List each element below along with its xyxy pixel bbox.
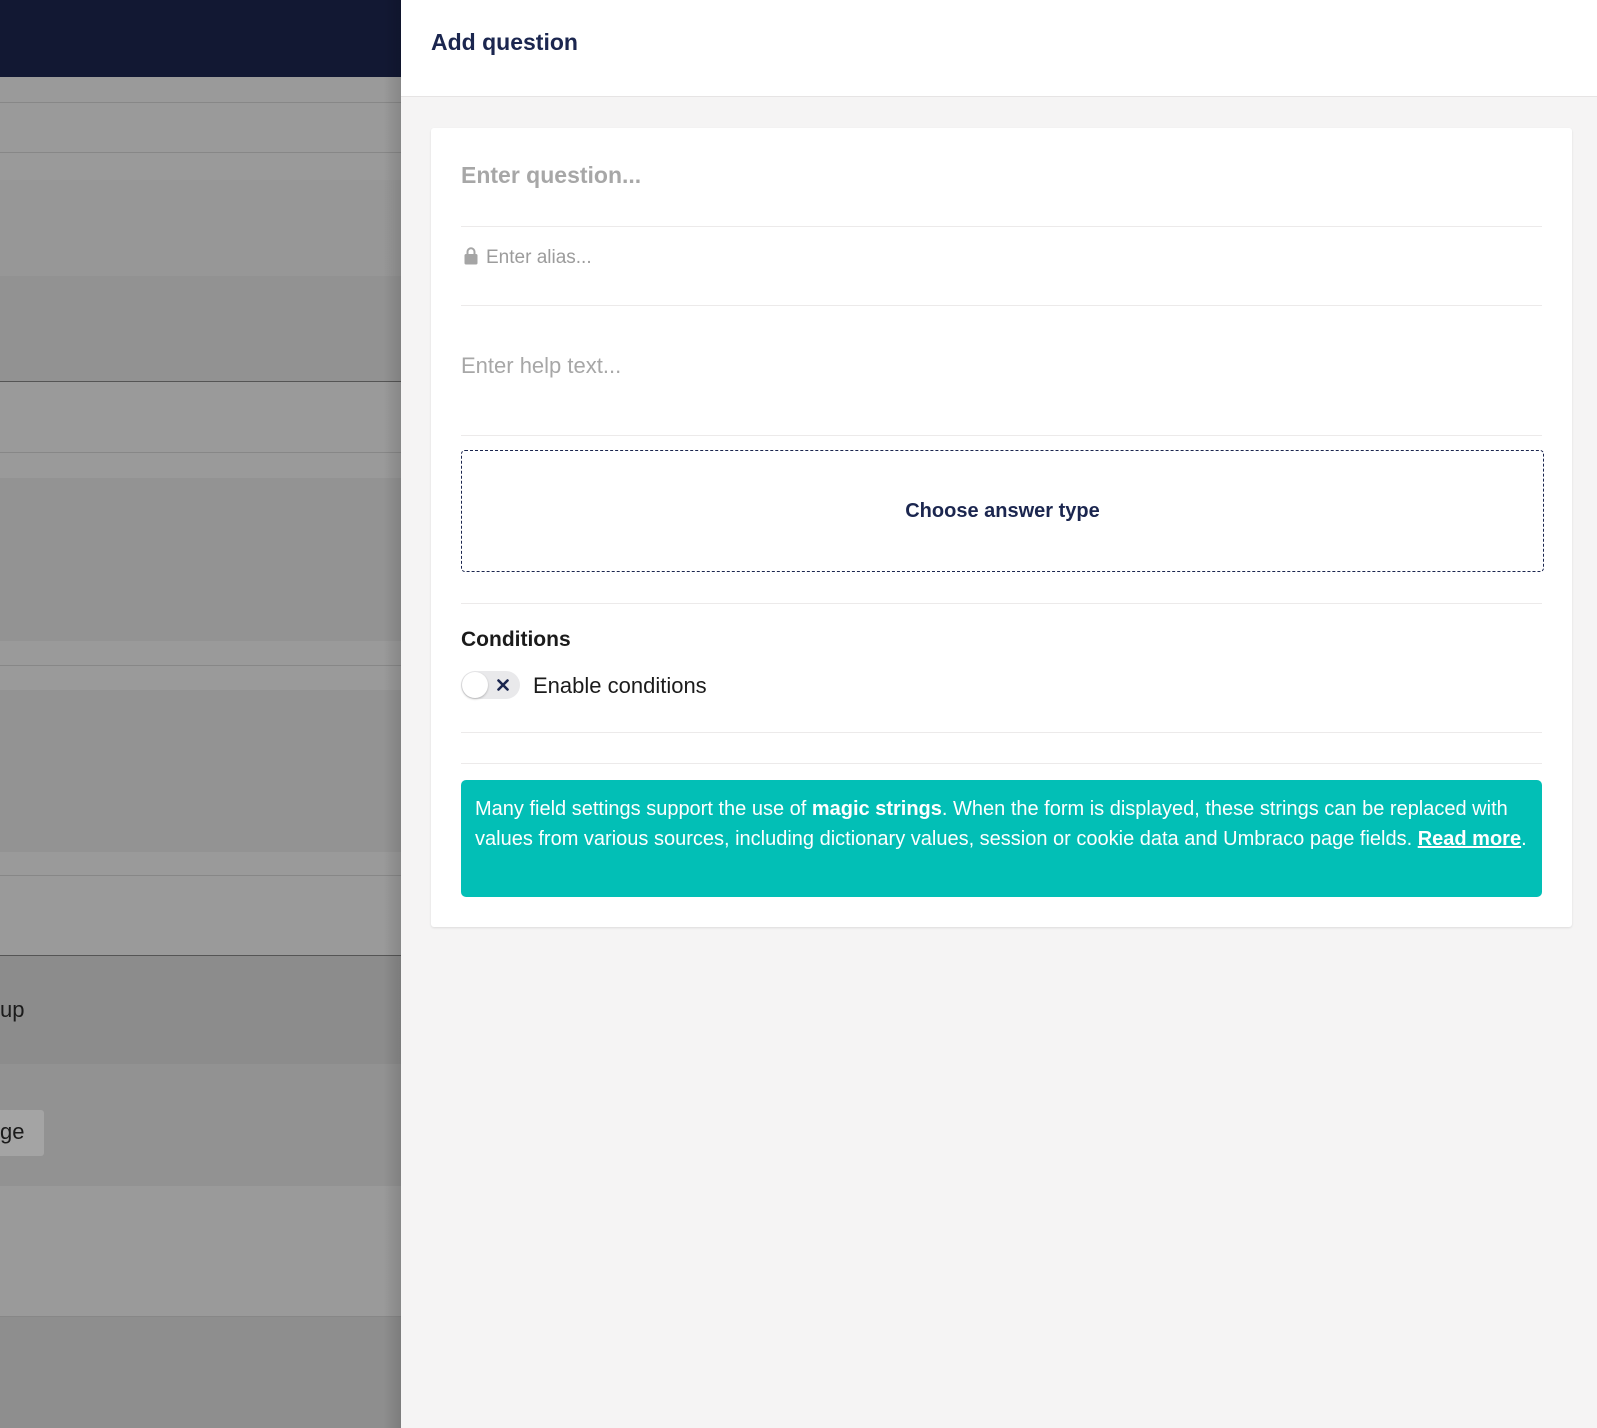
question-input[interactable]: Enter question...	[461, 128, 1542, 227]
choose-answer-type-button[interactable]: Choose answer type	[461, 450, 1544, 572]
divider	[0, 665, 401, 666]
background-row	[0, 276, 401, 381]
alias-placeholder: Enter alias...	[486, 247, 592, 268]
background-row	[0, 690, 401, 852]
help-text-placeholder: Enter help text...	[461, 353, 622, 378]
divider	[0, 452, 401, 453]
add-question-panel: Add question Enter question... Enter ali…	[401, 0, 1597, 1428]
alias-input[interactable]: Enter alias...	[461, 227, 1542, 306]
divider	[0, 381, 401, 382]
read-more-link[interactable]: Read more	[1418, 828, 1521, 850]
background-group-label: up	[0, 997, 25, 1022]
overlay-shadow	[383, 0, 401, 1428]
background-row	[0, 1064, 401, 1186]
panel-title: Add question	[431, 28, 578, 55]
background-row	[0, 180, 401, 276]
background-row	[0, 478, 401, 641]
background-page: up ge	[0, 0, 401, 1428]
background-row	[0, 1317, 401, 1428]
close-icon	[497, 679, 509, 691]
background-group-row	[0, 956, 401, 1064]
divider	[0, 102, 401, 103]
enable-conditions-toggle[interactable]	[461, 671, 520, 699]
divider	[0, 875, 401, 876]
background-button-label: ge	[0, 1119, 25, 1144]
toggle-knob	[462, 672, 488, 698]
divider	[0, 152, 401, 153]
panel-header: Add question	[401, 0, 1597, 97]
lock-icon[interactable]	[464, 247, 478, 265]
question-placeholder: Enter question...	[461, 162, 642, 188]
help-text-input[interactable]: Enter help text...	[461, 306, 1542, 436]
choose-answer-type-label: Choose answer type	[905, 499, 1100, 522]
background-header	[0, 0, 401, 77]
